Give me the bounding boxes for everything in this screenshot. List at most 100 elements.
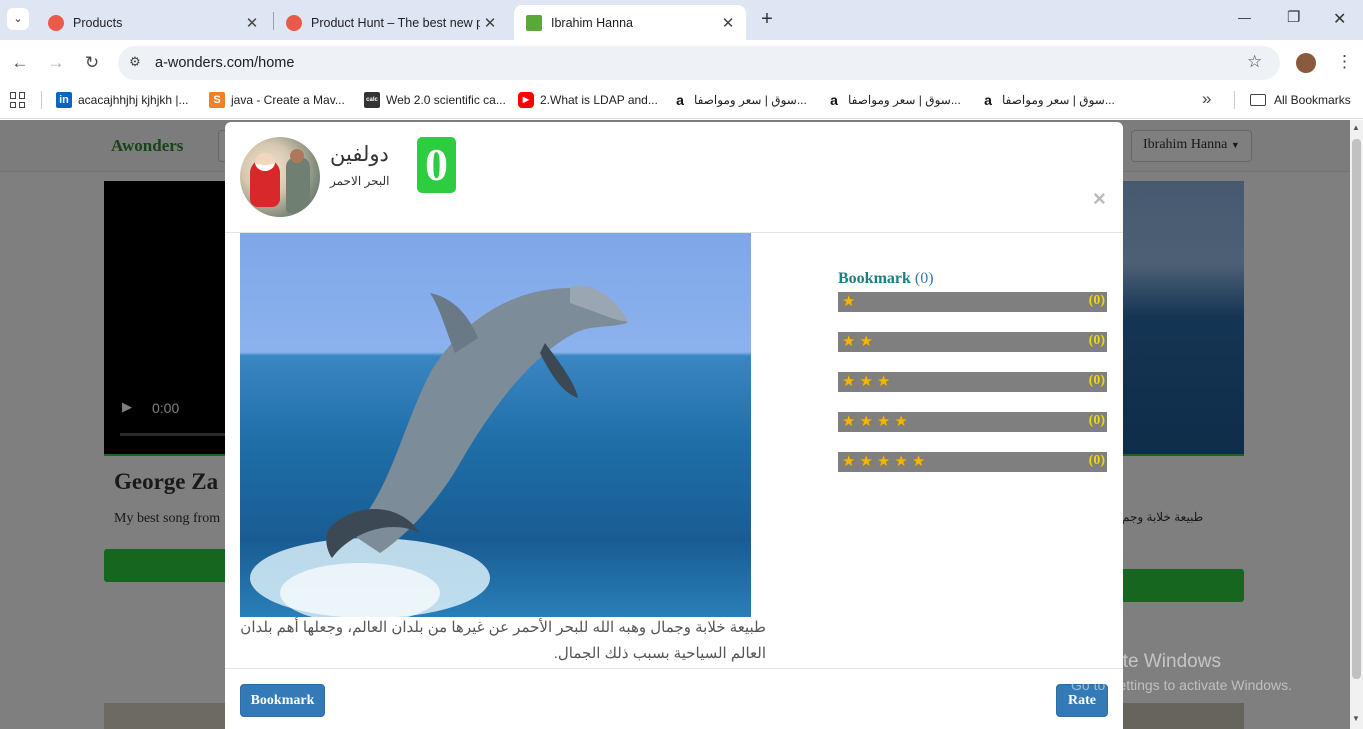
bookmark-label: 2.What is LDAP and... [540, 93, 658, 107]
tab-search-button[interactable]: ⌄ [7, 8, 29, 30]
modal-subtitle: البحر الاحمر [330, 174, 390, 188]
avatar-santa-face [255, 153, 275, 171]
scrollbar-thumb[interactable] [1352, 139, 1361, 679]
bookmark-heading-label: Bookmark [838, 270, 911, 287]
rating-count: (0) [1088, 453, 1105, 468]
close-tab-icon[interactable]: ✕ [718, 14, 738, 32]
all-bookmarks-label: All Bookmarks [1274, 93, 1351, 107]
avatar-person-face [290, 149, 304, 163]
youtube-icon: ▶ [518, 92, 534, 108]
back-icon[interactable]: ← [9, 52, 31, 74]
bookmark-stackoverflow[interactable]: S java - Create a Mav... [209, 92, 345, 108]
close-tab-icon[interactable]: ✕ [242, 14, 262, 32]
rating-count: (0) [1088, 373, 1105, 388]
star-icon: ★ [911, 453, 926, 470]
modal-footer-divider [225, 668, 1123, 669]
forward-icon[interactable]: → [45, 52, 67, 74]
amazon-icon: a [980, 92, 996, 108]
tab-product-hunt[interactable]: Product Hunt – The best new pr ✕ [274, 5, 508, 40]
rating-row-1[interactable]: ★ (0) [838, 292, 1107, 312]
dolphin-image [240, 233, 751, 617]
folder-icon [1250, 94, 1266, 106]
bookmark-calculator[interactable]: calc Web 2.0 scientific ca... [364, 92, 506, 108]
tab-products[interactable]: Products ✕ [36, 5, 270, 40]
tab-title: Product Hunt – The best new pr [311, 15, 480, 30]
all-bookmarks-button[interactable]: All Bookmarks [1250, 92, 1351, 108]
rating-row-2[interactable]: ★ ★ (0) [838, 332, 1107, 352]
bookmark-star-icon[interactable]: ☆ [1247, 52, 1262, 72]
activate-windows-subtitle: Go to Settings to activate Windows. [1071, 677, 1292, 693]
close-window-button[interactable]: ✕ [1333, 9, 1346, 29]
bookmark-amazon-3[interactable]: a سوق | سعر ومواصفا... [980, 92, 1115, 108]
star-icon: ★ [859, 373, 873, 390]
bookmark-separator [1234, 91, 1235, 109]
tab-title: Products [73, 15, 123, 30]
star-icon: ★ [894, 413, 908, 430]
activate-windows-title: Activate Windows [1071, 651, 1221, 672]
bookmark-youtube[interactable]: ▶ 2.What is LDAP and... [518, 92, 658, 108]
linkedin-icon: in [56, 92, 72, 108]
amazon-icon: a [826, 92, 842, 108]
modal-description: طبيعة خلابة وجمال وهبه الله للبحر الأحمر… [240, 619, 766, 662]
star-icon: ★ [859, 453, 873, 470]
stackoverflow-icon: S [209, 92, 225, 108]
url-text[interactable]: a-wonders.com/home [155, 55, 294, 71]
calculator-icon: calc [364, 92, 380, 108]
bookmark-label: سوق | سعر ومواصفا... [848, 93, 961, 107]
bookmark-amazon-1[interactable]: a سوق | سعر ومواصفا... [672, 92, 807, 108]
producthunt-icon [48, 14, 64, 31]
new-tab-button[interactable]: + [756, 8, 778, 30]
star-icon: ★ [859, 333, 873, 350]
bookmark-heading: Bookmark (0) [838, 270, 934, 288]
producthunt-icon [286, 14, 302, 31]
reload-icon[interactable]: ↻ [81, 52, 103, 74]
restore-button[interactable]: ❐ [1287, 8, 1300, 26]
scroll-up-icon[interactable]: ▲ [1352, 123, 1360, 132]
profile-avatar[interactable] [1296, 53, 1316, 73]
avatar-person [286, 157, 310, 213]
score-badge: 0 [417, 137, 456, 193]
site-info-icon[interactable]: ⚙ [126, 54, 144, 72]
bookmark-separator [41, 91, 42, 109]
star-icon: ★ [842, 413, 856, 430]
minimize-button[interactable]: — [1238, 10, 1251, 25]
rating-row-5[interactable]: ★ ★ ★ ★ ★ (0) [838, 452, 1107, 472]
rating-count: (0) [1088, 413, 1105, 428]
bookmark-linkedin[interactable]: in acacajhhjhj kjhjkh |... [56, 92, 189, 108]
item-modal: دولفين البحر الاحمر 0 × طبيعة خلابة وجما… [225, 122, 1123, 729]
amazon-icon: a [672, 92, 688, 108]
star-icon: ★ [876, 413, 891, 430]
bookmark-label: سوق | سعر ومواصفا... [694, 93, 807, 107]
modal-close-button[interactable]: × [1093, 186, 1106, 212]
bookmark-amazon-2[interactable]: a سوق | سعر ومواصفا... [826, 92, 961, 108]
star-icon: ★ [842, 293, 856, 310]
close-tab-icon[interactable]: ✕ [480, 14, 500, 32]
star-icon: ★ [876, 453, 891, 470]
star-icon: ★ [842, 333, 856, 350]
tab-strip: ⌄ Products ✕ Product Hunt – The best new… [0, 0, 1363, 40]
modal-title: دولفين [330, 143, 389, 166]
menu-icon[interactable]: ⋮ [1336, 52, 1353, 72]
rating-count: (0) [1088, 333, 1105, 348]
bookmark-heading-count: (0) [914, 270, 934, 287]
bookmarks-overflow-icon[interactable]: » [1202, 89, 1211, 109]
rating-row-3[interactable]: ★ ★ ★ (0) [838, 372, 1107, 392]
bookmark-label: acacajhhjhj kjhjkh |... [78, 93, 189, 107]
star-icon: ★ [876, 373, 891, 390]
star-icon: ★ [859, 413, 873, 430]
rating-row-4[interactable]: ★ ★ ★ ★ (0) [838, 412, 1107, 432]
site-leaf-icon [526, 14, 542, 31]
scroll-down-icon[interactable]: ▼ [1352, 714, 1360, 723]
rating-count: (0) [1088, 293, 1105, 308]
bookmark-label: Web 2.0 scientific ca... [386, 93, 506, 107]
modal-avatar [240, 137, 320, 217]
star-icon: ★ [842, 373, 856, 390]
star-icon: ★ [894, 453, 908, 470]
tab-title: Ibrahim Hanna [551, 15, 633, 30]
tab-ibrahim-hanna[interactable]: Ibrahim Hanna ✕ [514, 5, 746, 40]
apps-grid-icon[interactable] [10, 92, 26, 108]
bookmark-button[interactable]: Bookmark [240, 684, 325, 717]
bookmark-label: سوق | سعر ومواصفا... [1002, 93, 1115, 107]
star-icon: ★ [842, 453, 856, 470]
bookmark-label: java - Create a Mav... [231, 93, 345, 107]
